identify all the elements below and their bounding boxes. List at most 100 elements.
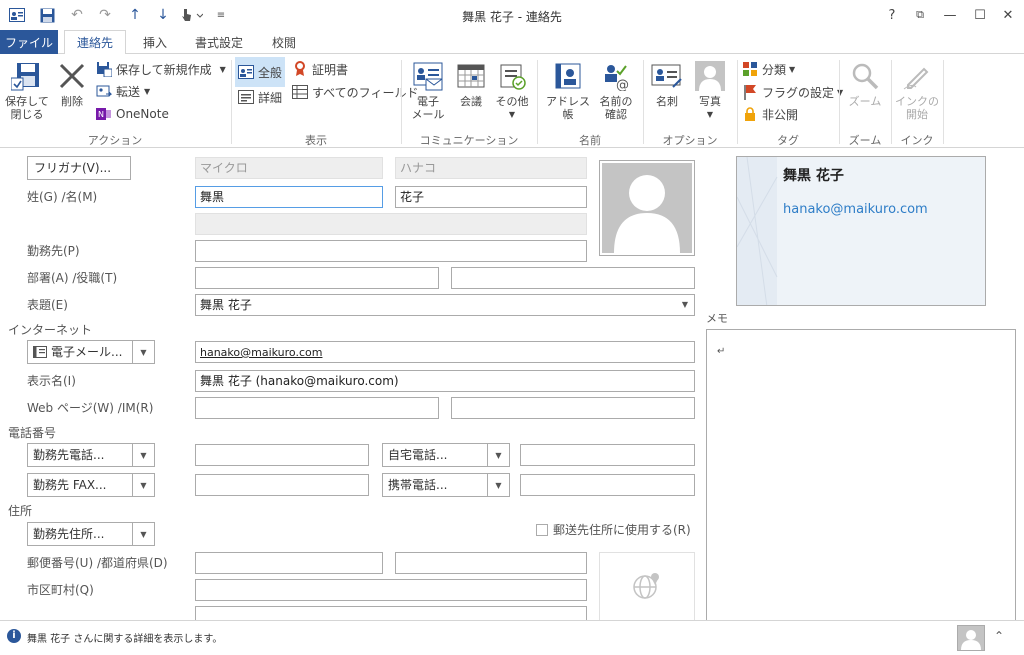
address-book-icon [552,60,584,92]
help-button[interactable]: ? [878,4,906,26]
person-silhouette-icon [602,163,692,253]
file-as-label: 表題(E) [27,298,68,312]
forward-button[interactable]: 転送 ▼ [96,81,150,101]
email-type-dropdown[interactable]: 電子メール... ▼ [27,340,155,364]
dropdown-arrow-icon: ▼ [219,64,226,74]
tab-review[interactable]: 校閲 [260,30,308,54]
group-label-options: オプション [662,134,718,147]
business-phone-field[interactable] [195,444,369,466]
chevron-down-icon[interactable]: ▼ [132,474,154,496]
city-field[interactable] [195,579,587,601]
company-field[interactable] [195,240,587,262]
home-phone-field[interactable] [520,444,695,466]
mobile-phone-field[interactable] [520,474,695,496]
job-title-field[interactable] [451,267,695,289]
tab-format[interactable]: 書式設定 [186,30,252,54]
general-view-icon [238,64,254,80]
group-label-communicate: コミュニケーション [419,134,519,147]
picture-icon [694,60,726,92]
private-button[interactable]: 非公開 [742,104,798,124]
map-button[interactable] [599,552,695,620]
first-name-field[interactable]: 花子 [395,186,587,208]
chevron-down-icon[interactable]: ▼ [132,444,154,466]
save-close-button[interactable]: 保存して 閉じる [4,60,50,121]
follow-up-button[interactable]: フラグの設定 ▼ [742,82,843,102]
chevron-down-icon[interactable]: ▼ [132,341,154,363]
people-pane-avatar[interactable] [957,625,985,651]
show-general-button[interactable]: 全般 [235,57,286,87]
map-globe-icon [631,569,663,604]
internet-section: インターネット [8,323,93,337]
last-name-field[interactable]: 舞黒 [195,186,383,208]
department-field[interactable] [195,267,439,289]
phone-section: 電話番号 [8,426,57,440]
delete-icon [56,60,88,92]
onenote-icon: N [96,106,112,122]
start-inking-button[interactable]: インクの 開始 [894,60,940,121]
file-as-select[interactable]: 舞黒 花子 ▼ [195,294,695,316]
chevron-down-icon[interactable]: ▼ [487,474,509,496]
display-name-field[interactable]: 舞黒 花子 (hanako@maikuro.com) [195,370,695,392]
person-silhouette-icon [961,630,981,650]
show-certificates-button[interactable]: 証明書 [292,59,348,79]
save-new-button[interactable]: 保存して新規作成 ▼ [96,59,226,79]
department-label: 部署(A) /役職(T) [27,271,118,285]
chevron-down-icon[interactable]: ▼ [132,523,154,545]
zoom-button[interactable]: ズーム [844,60,886,108]
furigana-button[interactable]: フリガナ(V)... [27,156,131,180]
more-communicate-button[interactable]: その他 ▼ [494,60,530,121]
web-page-field[interactable] [195,397,439,419]
tab-insert[interactable]: 挿入 [130,30,180,54]
delete-button[interactable]: 削除 [54,60,90,108]
dropdown-arrow-icon: ▼ [837,87,844,97]
meeting-button[interactable]: 会議 [452,60,490,108]
show-all-fields-button[interactable]: すべてのフィールド [292,82,418,102]
save-close-icon [11,60,43,92]
title-bar: ↶ ↷ ↑ ↓ ≡ 舞黒 花子 - 連絡先 ? ⧉ — ☐ ✕ [0,0,1024,30]
business-fax-dropdown[interactable]: 勤務先 FAX... ▼ [27,473,155,497]
chevron-down-icon[interactable]: ▼ [487,444,509,466]
street-field[interactable] [195,606,587,620]
postal-label: 郵便番号(U) /都道府県(D) [27,556,168,570]
furigana-first-field: ハナコ [395,157,587,179]
group-label-zoom: ズーム [848,134,882,147]
show-details-button[interactable]: 詳細 [238,87,282,107]
save-new-icon [96,61,112,77]
check-names-button[interactable]: @ 名前の 確認 [596,60,636,121]
card-email: hanako@maikuro.com [783,202,928,217]
picture-button[interactable]: 写真 ▼ [690,60,730,121]
business-card-button[interactable]: 名刺 [648,60,686,108]
onenote-button[interactable]: N OneNote [96,104,169,124]
email-field[interactable]: hanako@maikuro.com [195,341,695,363]
email-card-icon [412,60,444,92]
email-button[interactable]: 電子 メール [408,60,448,121]
name-label: 姓(G) /名(M) [27,190,98,204]
contact-photo[interactable] [599,160,695,256]
postal-code-field[interactable] [195,552,383,574]
mobile-phone-dropdown[interactable]: 携帯電話... ▼ [382,473,510,497]
minimize-button[interactable]: — [936,4,964,26]
status-bar: i 舞黒 花子 さんに関する詳細を表示します。 ⌃ [0,620,1024,655]
more-communicate-icon [496,60,528,92]
ribbon-display-button[interactable]: ⧉ [906,4,934,26]
business-phone-dropdown[interactable]: 勤務先電話... ▼ [27,443,155,467]
maximize-button[interactable]: ☐ [966,4,994,26]
tab-contact[interactable]: 連絡先 [64,30,126,55]
chevron-down-icon: ▼ [681,300,688,309]
pen-icon [901,60,933,92]
business-fax-field[interactable] [195,474,369,496]
im-address-field[interactable] [451,397,695,419]
home-phone-dropdown[interactable]: 自宅電話... ▼ [382,443,510,467]
memo-textarea[interactable]: ↵ [706,329,1016,620]
close-button[interactable]: ✕ [994,4,1022,26]
mailing-address-checkbox[interactable] [536,524,548,536]
details-view-icon [238,89,254,105]
prefecture-field[interactable] [395,552,587,574]
categorize-button[interactable]: 分類 ▼ [742,59,795,79]
address-type-dropdown[interactable]: 勤務先住所... ▼ [27,522,155,546]
business-card-preview[interactable]: 舞黒 花子 hanako@maikuro.com [736,156,986,306]
tab-file[interactable]: ファイル [0,30,58,54]
expand-people-pane-icon[interactable]: ⌃ [994,629,1004,643]
address-book-button[interactable]: アドレス帳 [542,60,594,121]
address-book-small-icon [33,346,47,358]
